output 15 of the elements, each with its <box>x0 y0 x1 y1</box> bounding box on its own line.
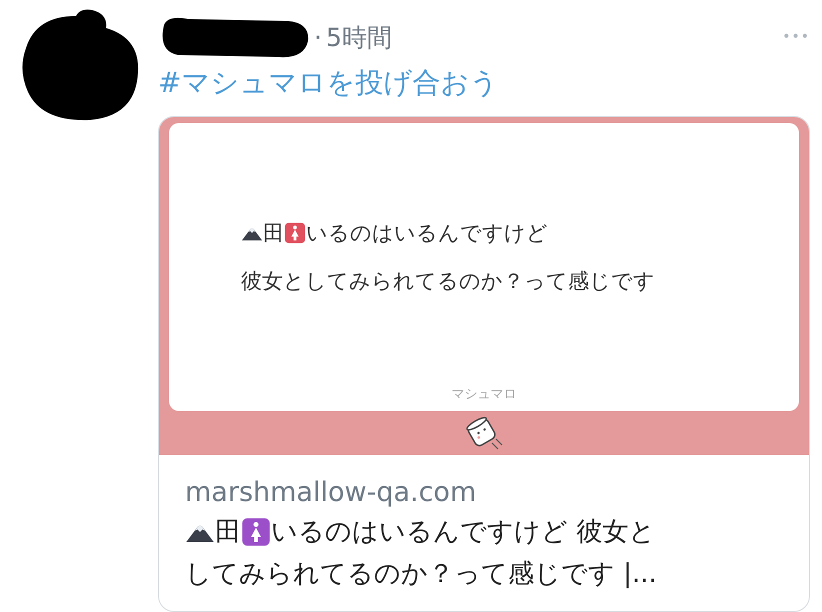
description-text: してみられてるのか？って感じです |... <box>185 558 657 591</box>
woman-icon <box>284 222 306 244</box>
hashtag-link[interactable]: #マシュマロを投げ合おう <box>158 64 810 102</box>
link-domain: marshmallow-qa.com <box>185 476 478 510</box>
more-icon[interactable]: ••• <box>782 29 810 45</box>
question-text: 彼女としてみられてるのか？って感じです <box>241 268 655 295</box>
question-text: 田 <box>263 220 284 247</box>
question-text: いるのはいるんですけど <box>306 220 548 247</box>
link-card[interactable]: 田 いるのはいるんですけど 彼女としてみられてるのか？って感じです マシュマロ marshmallow-qa.com 田 いるのはいるんですけど 彼女と してみられてるのか？って感じです |... <box>158 116 810 612</box>
woman-icon <box>241 517 271 547</box>
description-text: 田 <box>215 516 241 549</box>
timestamp: 5時間 <box>326 22 392 54</box>
brand-label: マシュマロ <box>452 386 516 404</box>
separator: · <box>314 22 322 52</box>
description-text: いるのはいるんですけど 彼女と <box>271 516 656 549</box>
